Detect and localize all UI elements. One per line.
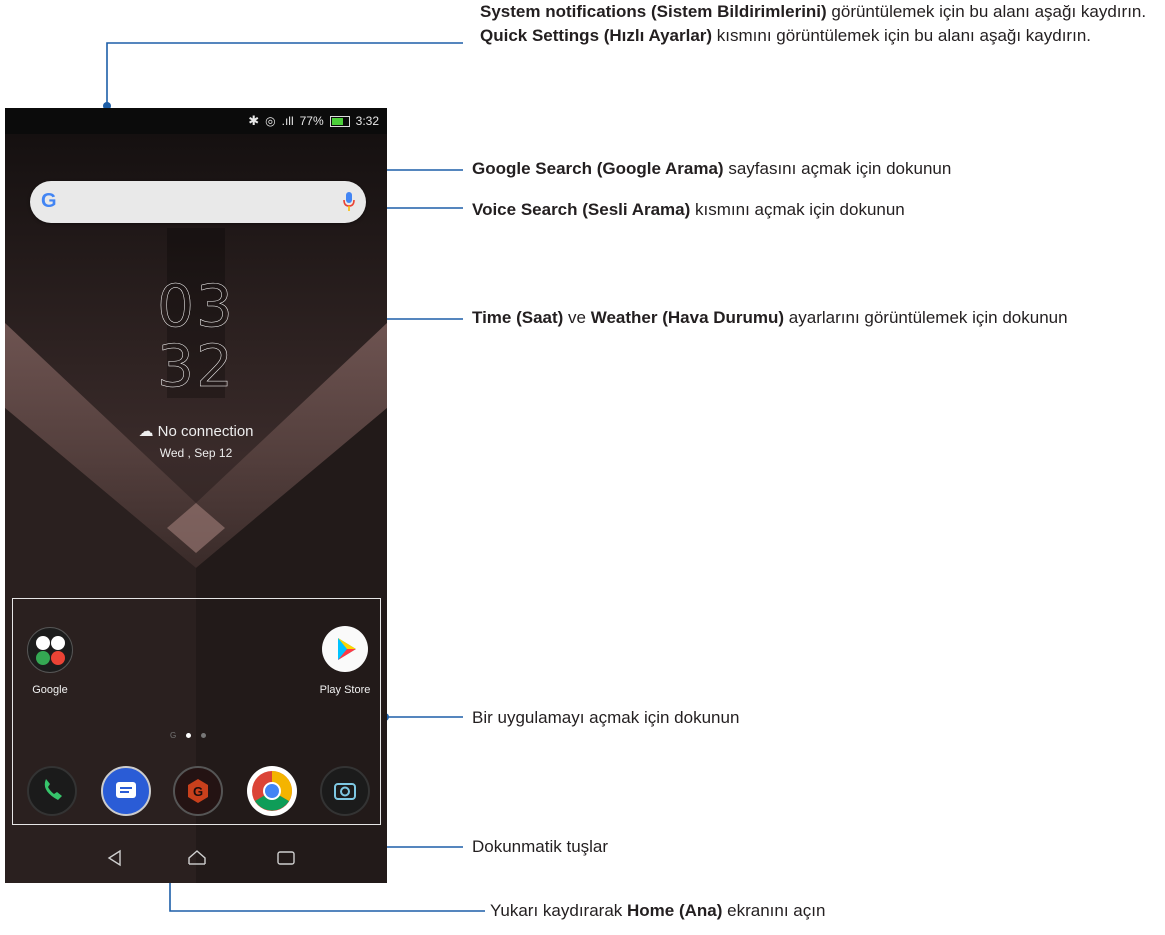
weather-status[interactable]: ☁ No connection [5,422,387,440]
annotation-home: Yukarı kaydırarak Home (Ana) ekranını aç… [490,901,826,920]
app-dock: G [5,763,387,821]
google-folder[interactable] [27,627,73,673]
mic-icon[interactable] [342,190,356,214]
clock-widget[interactable]: 03 32 [5,272,387,400]
weather-condition: No connection [157,423,254,440]
messages-icon[interactable] [101,766,151,816]
google-folder-label: Google [32,684,68,696]
battery-icon [329,115,350,127]
chrome-icon[interactable] [247,766,297,816]
page-dot [201,733,207,738]
callout-notifications [106,42,463,108]
phone-icon[interactable] [27,766,77,816]
annotation-voice-search: Voice Search (Sesli Arama) kısmını açmak… [472,200,905,219]
cloud-icon: ☁ [138,423,158,440]
annotation-time-weather: Time (Saat) ve Weather (Hava Durumu) aya… [472,308,1068,327]
battery-percent: 77% [299,114,324,128]
gmail-icon [51,636,65,650]
google-search-bar[interactable]: G [30,181,366,223]
annotation-notifications: System notifications (Sistem Bildirimler… [480,2,1147,45]
clock-minutes: 32 [157,332,235,400]
annotation-google-search: Google Search (Google Arama) sayfasını a… [472,159,952,178]
signal-icon: .ıll [281,114,294,128]
camera-icon[interactable] [320,766,370,816]
annotation-apps: Bir uygulamayı açmak için dokunun [472,708,740,727]
play-store-app[interactable] [322,626,368,672]
page-indicator[interactable]: G [170,731,207,740]
game-center-icon[interactable]: G [173,766,223,816]
svg-text:G: G [193,784,203,799]
annotation-touch-keys: Dokunmatik tuşlar [472,837,609,856]
google-icon [36,636,50,650]
vibrate-icon: ◎ [265,114,276,128]
recents-icon[interactable] [274,846,298,870]
clock-hours: 03 [157,272,235,340]
maps-icon [36,651,50,665]
play-store-icon [338,638,356,660]
status-bar[interactable]: ✱ ◎ .ıll 77% 3:32 [5,108,387,134]
weather-date: Wed , Sep 12 [159,446,233,460]
back-icon[interactable] [103,846,127,870]
home-icon[interactable] [185,846,209,870]
page-dot-active [186,733,192,738]
navigation-bar [5,834,387,883]
phone-screen: ✱ ◎ .ıll 77% 3:32 G 03 32 ☁ No connectio… [5,108,387,883]
status-time: 3:32 [355,114,379,128]
page-indicator-g: G [170,731,177,740]
youtube-icon [51,651,65,665]
google-logo-icon: G [41,190,57,212]
play-store-label: Play Store [319,684,371,696]
bluetooth-icon: ✱ [248,113,260,128]
